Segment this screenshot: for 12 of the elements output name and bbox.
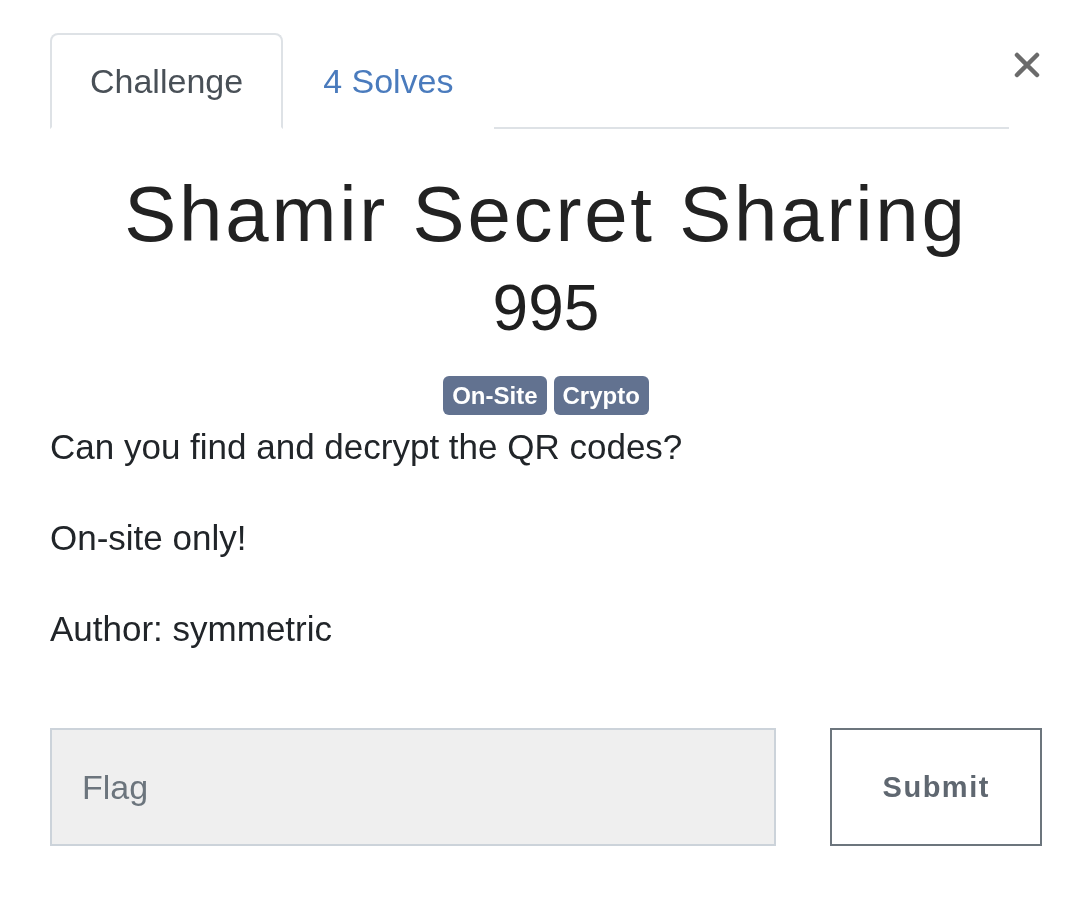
tag: On-Site xyxy=(443,376,547,415)
close-button[interactable] xyxy=(1012,50,1042,80)
close-icon xyxy=(1014,52,1040,78)
description-text: Can you find and decrypt the QR codes? xyxy=(50,427,683,467)
challenge-title: Shamir Secret Sharing xyxy=(124,169,968,259)
flag-input[interactable]: Flag xyxy=(50,728,777,846)
description-text: On-site only! xyxy=(50,518,247,558)
tag: Crypto xyxy=(553,376,649,415)
description-text: Author: symmetric xyxy=(50,609,332,649)
submit-button[interactable]: Submit xyxy=(830,728,1042,846)
challenge-points: 995 xyxy=(492,273,600,343)
tab[interactable]: Challenge xyxy=(50,33,284,129)
